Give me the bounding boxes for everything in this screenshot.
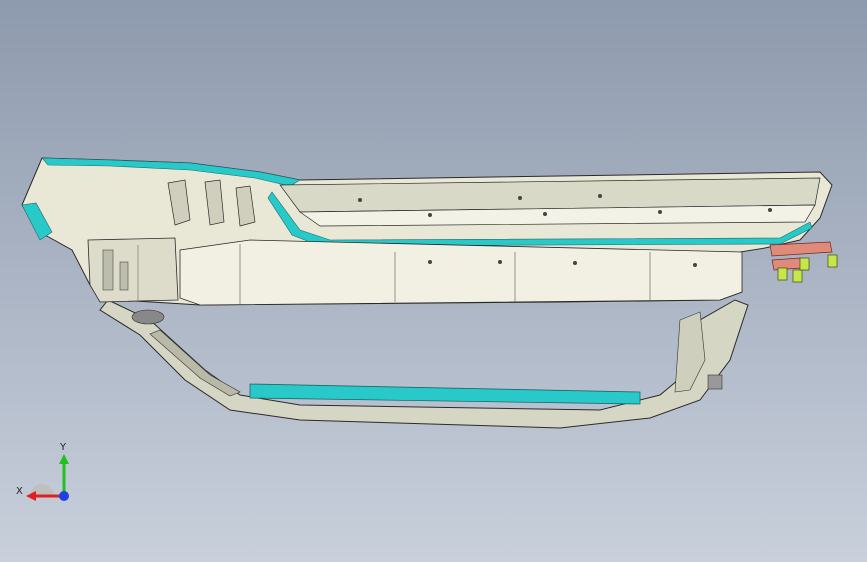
triad-y-label: Y: [60, 442, 67, 453]
hinge-pivot: [131, 309, 165, 325]
lower-frame[interactable]: [99, 299, 749, 429]
cad-model[interactable]: [0, 0, 867, 562]
main-body[interactable]: [21, 157, 833, 306]
cad-graphics-viewport[interactable]: Y X: [0, 0, 867, 562]
orientation-triad[interactable]: [10, 438, 80, 508]
mount-bracket: [707, 374, 723, 390]
triad-y-axis-icon: [59, 454, 69, 496]
triad-z-axis-icon: [59, 491, 69, 501]
fastener-cluster[interactable]: [769, 241, 838, 283]
triad-x-label: X: [16, 486, 23, 497]
